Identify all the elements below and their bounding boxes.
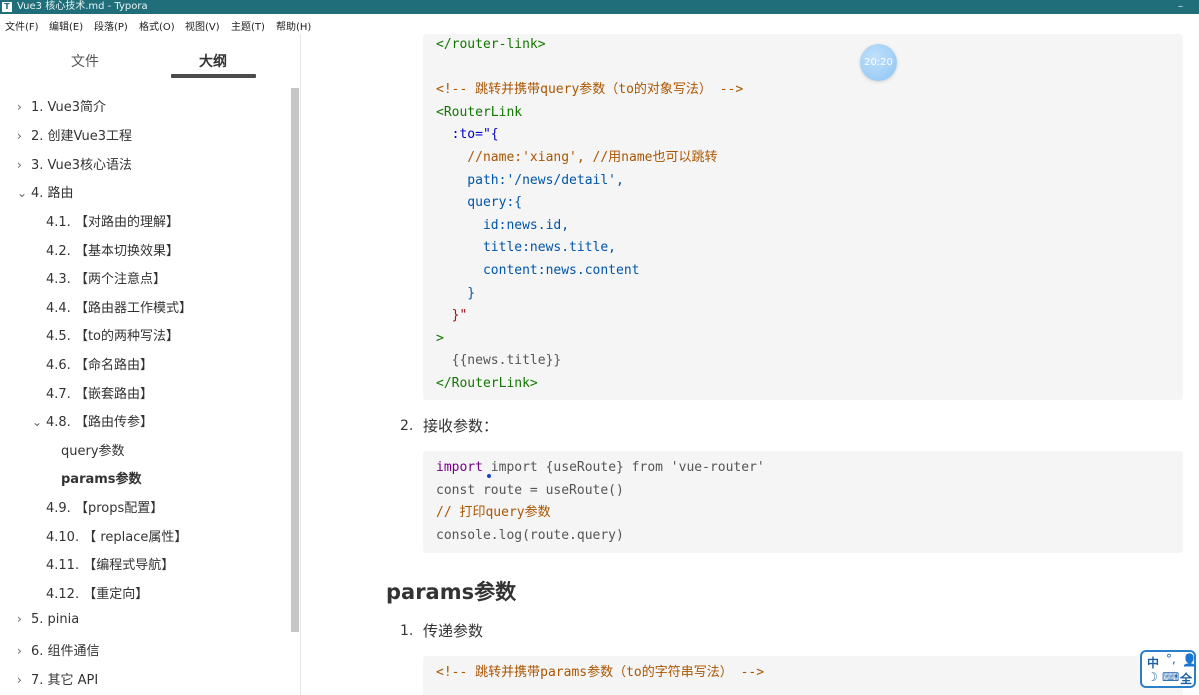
- ime-user-icon[interactable]: 👤: [1182, 653, 1197, 667]
- outline-item[interactable]: 4.6. 【命名路由】: [46, 354, 153, 373]
- code-line: id:news.id,: [436, 217, 570, 233]
- outline-item[interactable]: 4.1. 【对路由的理解】: [46, 211, 179, 230]
- text-cursor: [487, 474, 491, 478]
- menu-help[interactable]: 帮助(H): [276, 18, 311, 33]
- chevron-right-icon[interactable]: ›: [17, 644, 31, 658]
- outline-item[interactable]: 4.12. 【重定向】: [46, 583, 148, 602]
- menu-paragraph[interactable]: 段落(P): [94, 18, 128, 33]
- code-line: <!-- 跳转并携带params参数（to的字符串写法） -->: [436, 665, 765, 680]
- tab-files[interactable]: 文件: [71, 51, 99, 71]
- code-line: content:news.content: [436, 262, 640, 278]
- ime-moon-icon[interactable]: ☽: [1147, 670, 1158, 684]
- chevron-right-icon[interactable]: ›: [17, 158, 31, 172]
- menu-edit[interactable]: 编辑(E): [49, 18, 83, 33]
- code-line: console.log(route.query): [436, 527, 624, 543]
- outline-item[interactable]: 4.9. 【props配置】: [46, 497, 163, 516]
- outline-item[interactable]: 4.2. 【基本切换效果】: [46, 240, 179, 259]
- outline-item[interactable]: 4.4. 【路由器工作模式】: [46, 297, 192, 316]
- sidebar: 文件 大纲 › 1. Vue3简介 › 2. 创建Vue3工程 › 3. Vue3核心…: [0, 34, 301, 695]
- ime-punct-icon[interactable]: °,: [1166, 652, 1176, 666]
- menu-format[interactable]: 格式(O): [139, 18, 175, 33]
- code-line: title:news.title,: [436, 240, 617, 256]
- code-line: <RouterLink: [436, 104, 523, 120]
- outline-item[interactable]: 4.3. 【两个注意点】: [46, 268, 166, 287]
- active-tab-indicator: [171, 74, 256, 78]
- outline-item[interactable]: › 2. 创建Vue3工程: [17, 125, 132, 144]
- outline-item-active[interactable]: params参数: [61, 468, 142, 487]
- chevron-right-icon[interactable]: ›: [17, 100, 31, 114]
- list-item-text: 传递参数: [423, 622, 484, 640]
- minimize-button[interactable]: –: [1178, 0, 1183, 14]
- code-line: :to="{: [436, 127, 499, 143]
- list-number: 2.: [400, 418, 414, 434]
- typora-app-icon: T: [2, 2, 12, 12]
- code-line: // 打印query参数: [436, 505, 551, 521]
- menu-bar: 文件(F) 编辑(E) 段落(P) 格式(O) 视图(V) 主题(T) 帮助(H…: [0, 14, 1199, 34]
- timer-badge[interactable]: 20:20: [860, 44, 897, 81]
- list-number: 1.: [400, 623, 414, 639]
- menu-file[interactable]: 文件(F): [5, 18, 39, 33]
- chevron-right-icon[interactable]: ›: [17, 612, 31, 626]
- chevron-down-icon[interactable]: ⌄: [32, 415, 46, 429]
- outline-item[interactable]: query参数: [61, 440, 125, 459]
- ime-toolbar[interactable]: 中 °, 👤 ☽ ⌨ 全: [1140, 650, 1197, 688]
- ime-chinese-icon[interactable]: 中: [1147, 654, 1159, 671]
- outline-item[interactable]: › 1. Vue3简介: [17, 96, 106, 115]
- outline-item[interactable]: › 5. pinia: [17, 612, 79, 627]
- menu-theme[interactable]: 主题(T): [231, 18, 265, 33]
- outline-item[interactable]: › 3. Vue3核心语法: [17, 154, 132, 173]
- code-line: const route = useRoute(): [436, 482, 624, 498]
- editor-content[interactable]: </router-link> <!-- 跳转并携带query参数（to的对象写法…: [302, 34, 1199, 695]
- window-title: Vue3 核心技术.md - Typora: [17, 1, 148, 12]
- outline-item[interactable]: 4.11. 【编程式导航】: [46, 554, 174, 573]
- code-block-routerlink[interactable]: </router-link> <!-- 跳转并携带query参数（to的对象写法…: [423, 34, 1183, 400]
- ime-fullwidth-icon[interactable]: 全: [1180, 670, 1192, 687]
- outline-item[interactable]: 4.7. 【嵌套路由】: [46, 383, 153, 402]
- outline-item[interactable]: › 7. 其它 API: [17, 669, 98, 688]
- outline-item[interactable]: ⌄ 4. 路由: [17, 182, 74, 201]
- tab-outline[interactable]: 大纲: [199, 51, 227, 71]
- outline-item[interactable]: 4.10. 【 replace属性】: [46, 526, 187, 545]
- code-line: //name:'xiang', //用name也可以跳转: [436, 149, 718, 165]
- code-line: {{news.title}}: [436, 353, 562, 369]
- chevron-right-icon[interactable]: ›: [17, 129, 31, 143]
- outline-item[interactable]: 4.5. 【to的两种写法】: [46, 325, 179, 344]
- list-item-text: 接收参数：: [423, 417, 499, 435]
- chevron-down-icon[interactable]: ⌄: [17, 186, 31, 200]
- code-line: </router-link>: [436, 37, 546, 52]
- ime-keyboard-icon[interactable]: ⌨: [1162, 670, 1179, 684]
- outline-item[interactable]: › 6. 组件通信: [17, 640, 100, 659]
- chevron-right-icon[interactable]: ›: [17, 673, 31, 687]
- code-line: </RouterLink>: [436, 375, 538, 391]
- code-line: path:'/news/detail',: [436, 172, 624, 188]
- code-block-params[interactable]: <!-- 跳转并携带params参数（to的字符串写法） -->: [423, 656, 1183, 695]
- code-line: >: [436, 330, 444, 346]
- code-line: import import {useRoute} from 'vue-route…: [436, 460, 765, 475]
- sidebar-scrollbar[interactable]: [291, 88, 299, 632]
- code-line: <!-- 跳转并携带query参数（to的对象写法） -->: [436, 82, 744, 98]
- menu-view[interactable]: 视图(V): [185, 18, 220, 33]
- code-block-useroute[interactable]: import import {useRoute} from 'vue-route…: [423, 451, 1183, 553]
- code-line: }": [436, 308, 468, 324]
- code-line: }: [436, 285, 476, 301]
- code-line: query:{: [436, 195, 523, 211]
- heading-params: params参数: [386, 580, 517, 604]
- outline-item[interactable]: ⌄ 4.8. 【路由传参】: [32, 411, 153, 430]
- title-bar: T Vue3 核心技术.md - Typora –: [0, 0, 1199, 14]
